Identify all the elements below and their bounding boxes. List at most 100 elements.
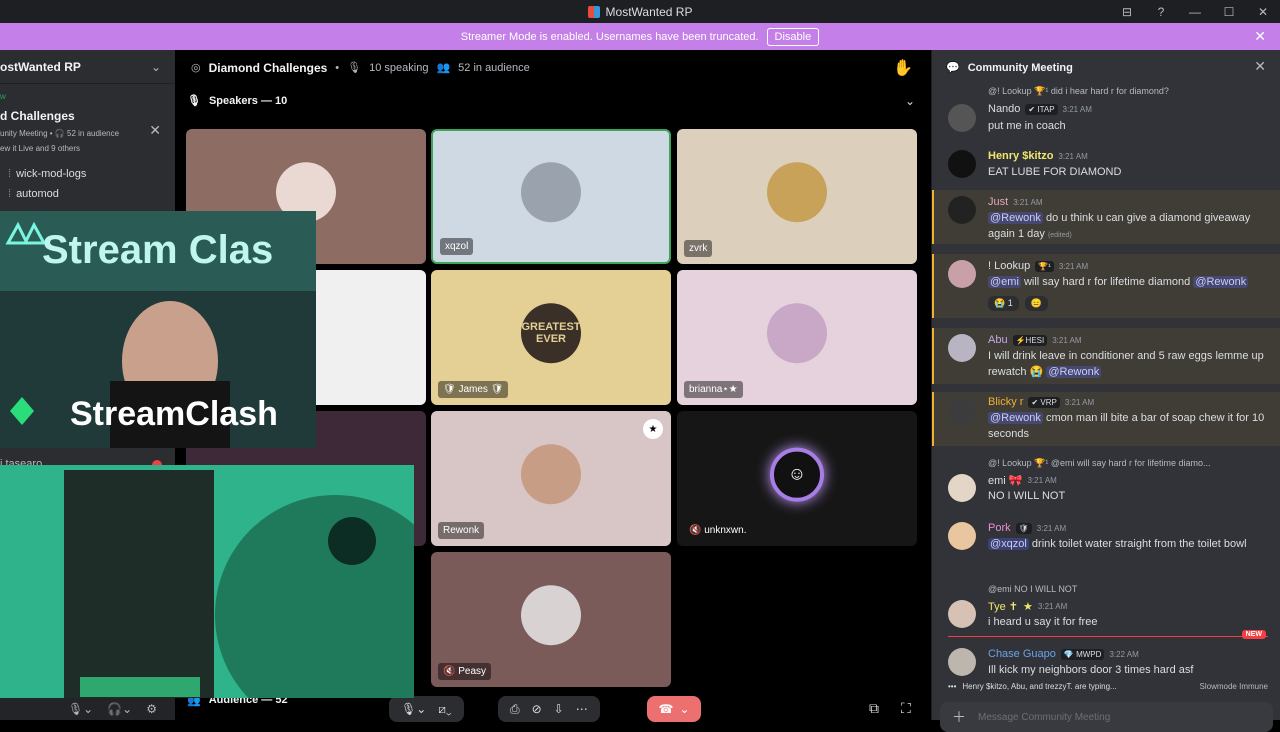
channel-label: automod	[16, 188, 59, 200]
channel-bar-icon: ⁞	[8, 188, 12, 200]
speaker-tile[interactable]: brianna⋆★	[677, 270, 917, 405]
close-icon[interactable]: ✕	[1254, 58, 1266, 75]
chat-message[interactable]: Pork 🛡 3:21 AM @xqzol drink toilet water…	[932, 520, 1280, 570]
reaction-sob[interactable]: 😭 1	[988, 296, 1019, 311]
leave-stage-button[interactable]: ☎ ⌄	[647, 696, 701, 722]
close-window-button[interactable]: ✕	[1246, 5, 1280, 19]
avatar[interactable]	[948, 398, 976, 426]
banner-close-icon[interactable]: ✕	[1254, 28, 1266, 45]
message-text-content: will say hard r for lifetime diamond	[1020, 276, 1194, 288]
chat-message[interactable]: Blicky r ✔ VRP 3:21 AM @Rewonk cmon man …	[932, 396, 1280, 446]
window-controls: ⊟ ? — ☐ ✕	[1110, 0, 1280, 23]
speaker-name: xqzol	[440, 238, 474, 255]
message-header: Tye ✝ ★ 3:21 AM	[988, 600, 1067, 613]
author-name[interactable]: Just	[988, 196, 1008, 208]
reply-preview[interactable]: @! Lookup 🏆¹ @emi will say hard r for li…	[988, 458, 1268, 469]
channel-label: wick-mod-logs	[16, 168, 87, 180]
inbox-icon[interactable]: ⊟	[1110, 5, 1144, 19]
speaker-tile[interactable]: 🔇 Peasy	[431, 552, 671, 687]
slowmode-label: Slowmode Immune	[1199, 682, 1268, 691]
author-name[interactable]: Blicky r	[988, 396, 1023, 408]
chat-message[interactable]: Abu ⚡HESI 3:21 AM I will drink leave in …	[932, 332, 1280, 384]
streamer-mode-banner: Streamer Mode is enabled. Usernames have…	[0, 23, 1280, 50]
author-name[interactable]: emi 🎀	[988, 474, 1022, 487]
avatar[interactable]	[948, 522, 976, 550]
avatar[interactable]	[948, 104, 976, 132]
chat-message[interactable]: @! Lookup 🏆¹ @emi will say hard r for li…	[932, 456, 1280, 506]
app-logo-icon	[587, 5, 600, 18]
reaction-expressionless[interactable]: 😑	[1024, 296, 1048, 311]
chevron-down-icon[interactable]: ⌄	[905, 94, 915, 108]
help-icon[interactable]: ?	[1144, 5, 1178, 19]
avatar[interactable]	[948, 600, 976, 628]
disable-button[interactable]: Disable	[766, 27, 820, 46]
channel-item[interactable]: ⁞ automod	[0, 184, 175, 204]
microphone-icon[interactable]: 🎙⌄	[68, 702, 93, 716]
speaker-tile[interactable]: ☺ 🔇 unknxwn.	[677, 411, 917, 546]
avatar[interactable]	[948, 196, 976, 224]
add-attachment-icon[interactable]: ＋	[952, 707, 966, 727]
author-name[interactable]: Nando	[988, 103, 1020, 115]
mute-speaker-icon[interactable]: ⊘	[532, 702, 542, 716]
server-header[interactable]: ostWanted RP ⌄	[0, 50, 175, 84]
headphones-icon[interactable]: 🎧⌄	[107, 702, 132, 716]
avatar[interactable]	[948, 648, 976, 676]
chat-message[interactable]: Just 3:21 AM @Rewonk do u think u can gi…	[932, 192, 1280, 244]
author-name[interactable]: Abu	[988, 334, 1008, 346]
reply-preview[interactable]: @emi NO I WILL NOT	[988, 584, 1268, 594]
move-to-audience-icon[interactable]: ⇩	[554, 702, 564, 716]
reply-preview[interactable]: @! Lookup 🏆¹ did i hear hard r for diamo…	[988, 86, 1268, 97]
minimize-button[interactable]: —	[1178, 5, 1212, 19]
avatar[interactable]	[948, 334, 976, 362]
speaker-tile[interactable]: GREATEST EVER 🛡 James 🛡	[431, 270, 671, 405]
new-badge: NEW	[1241, 630, 1266, 639]
chat-bubble-icon: 💬	[946, 62, 960, 74]
popout-icon[interactable]: ⧉	[869, 700, 879, 717]
chat-message[interactable]: @! Lookup 🏆¹ did i hear hard r for diamo…	[932, 84, 1280, 136]
user-mention[interactable]: @Rewonk	[988, 412, 1043, 424]
speakers-label: Speakers — 10	[208, 94, 288, 107]
fullscreen-icon[interactable]: ⛶	[901, 700, 911, 717]
chat-message[interactable]: @emi NO I WILL NOT Tye ✝ ★ 3:21 AM i hea…	[932, 582, 1280, 630]
speaker-avatar	[521, 443, 581, 504]
raise-hand-icon[interactable]: ✋	[893, 58, 913, 78]
speaker-tile[interactable]: zvrk	[677, 129, 917, 264]
message-input[interactable]: ＋ Message Community Meeting	[940, 702, 1273, 732]
star-icon: ★	[1023, 601, 1033, 613]
author-name[interactable]: ! Lookup	[988, 260, 1030, 272]
gear-icon[interactable]: ⚙	[146, 702, 157, 716]
chat-message[interactable]: ! Lookup 🏆¹ 3:21 AM @emi will say hard r…	[932, 256, 1280, 318]
speaker-tile[interactable]: ★ Rewonk	[431, 411, 671, 546]
chat-message[interactable]: Chase Guapo 💎 MWPD 3:22 AM Ill kick my n…	[932, 646, 1280, 680]
user-mention[interactable]: @Rewonk	[988, 212, 1043, 224]
chat-message[interactable]: Henry $kitzo 3:21 AM EAT LUBE FOR DIAMON…	[932, 146, 1280, 182]
author-name[interactable]: Chase Guapo	[988, 648, 1056, 660]
user-mention[interactable]: @xqzol	[988, 538, 1029, 550]
speaker-tile[interactable]: xqzol	[431, 129, 671, 264]
speaker-name: 🔇 Peasy	[438, 663, 492, 680]
user-mention[interactable]: @Rewonk	[1046, 366, 1102, 378]
avatar[interactable]	[948, 260, 976, 288]
avatar[interactable]	[948, 150, 976, 178]
speakers-header[interactable]: 🎙 Speakers — 10	[187, 94, 288, 108]
author-name[interactable]: Pork	[988, 522, 1011, 534]
live-stage-card[interactable]: w ✕ d Challenges unity Meeting • 🎧 52 in…	[0, 84, 175, 164]
timestamp: 3:21 AM	[1058, 151, 1088, 161]
microphone-toggle-icon[interactable]: 🎙⌄	[401, 702, 426, 716]
channel-item[interactable]: ⁞ wick-mod-logs	[0, 164, 175, 184]
audience-count: 52 in audience	[458, 61, 530, 74]
author-name[interactable]: Tye ✝	[988, 600, 1018, 613]
close-icon[interactable]: ✕	[149, 122, 161, 139]
stage-icon: ◎	[191, 62, 201, 74]
more-options-icon[interactable]: ⋯	[576, 702, 588, 716]
stage-title: Diamond Challenges	[208, 60, 328, 75]
avatar[interactable]	[948, 474, 976, 502]
user-mention[interactable]: @Rewonk	[1193, 276, 1249, 288]
maximize-button[interactable]: ☐	[1212, 5, 1246, 19]
user-mention[interactable]: @emi	[988, 276, 1021, 288]
share-screen-icon[interactable]: ⎙	[510, 702, 520, 717]
speaker-name: Rewonk	[438, 522, 485, 539]
author-name[interactable]: Henry $kitzo	[988, 150, 1053, 162]
video-toggle-icon[interactable]: ⧄⌄	[438, 702, 451, 717]
chevron-down-icon: ⌄	[150, 59, 161, 74]
